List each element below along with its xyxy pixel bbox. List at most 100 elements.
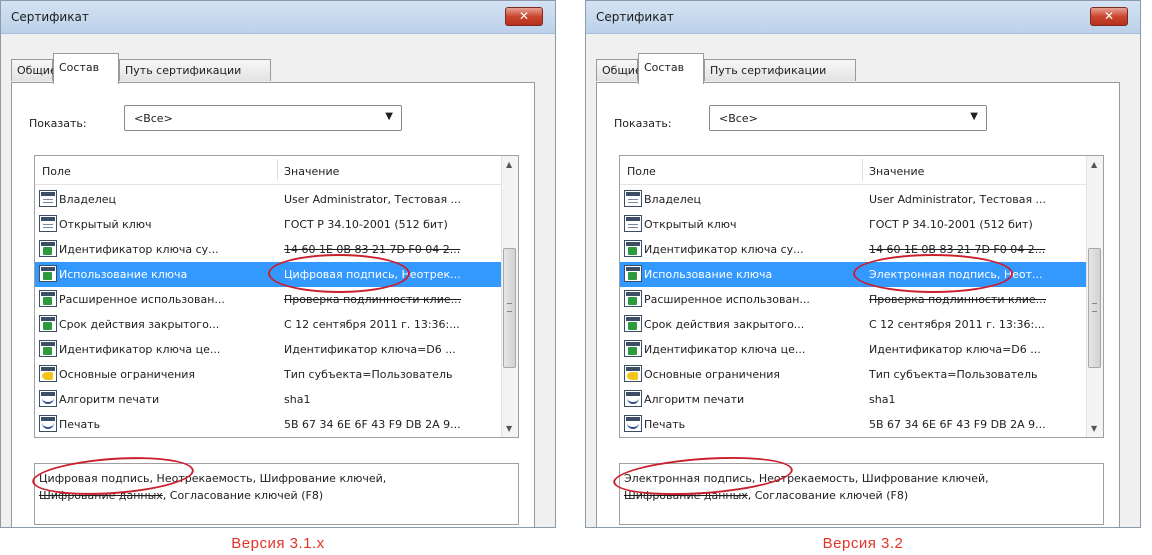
list-scrollbar[interactable]: ▲ ▼: [501, 156, 518, 437]
field-value: 5B 67 34 6E 6F 43 F9 DB 2A 9...: [284, 418, 461, 431]
tab-certification-path[interactable]: Путь сертификации: [119, 59, 271, 81]
signature-field-icon: [39, 390, 57, 407]
list-item[interactable]: Расширенное использован... Проверка подли…: [35, 287, 503, 312]
list-item[interactable]: Идентификатор ключа це... Идентификатор к…: [35, 337, 503, 362]
field-name: Владелец: [644, 193, 701, 206]
list-item[interactable]: Идентификатор ключа су... 14 60 1E 0B 83 …: [620, 237, 1088, 262]
key-constraint-icon: [39, 365, 57, 382]
field-name: Открытый ключ: [59, 218, 152, 231]
field-value: ГОСТ Р 34.10-2001 (512 бит): [284, 218, 448, 231]
field-value: С 12 сентября 2011 г. 13:36:...: [869, 318, 1045, 331]
close-button[interactable]: ✕: [1090, 7, 1128, 26]
certificate-extension-icon: [39, 340, 57, 357]
list-header: Поле Значение: [620, 156, 1088, 185]
scrollbar-thumb[interactable]: [503, 248, 516, 368]
list-scrollbar[interactable]: ▲ ▼: [1086, 156, 1103, 437]
list-item[interactable]: Алгоритм печати sha1: [35, 387, 503, 412]
certificate-field-icon: [624, 215, 642, 232]
column-header-field[interactable]: Поле: [627, 165, 656, 178]
column-header-field[interactable]: Поле: [42, 165, 71, 178]
field-value: С 12 сентября 2011 г. 13:36:...: [284, 318, 460, 331]
version-caption: Версия 3.2: [822, 535, 904, 552]
list-item[interactable]: Срок действия закрытого... С 12 сентября …: [620, 312, 1088, 337]
scroll-up-arrow-icon[interactable]: ▲: [506, 160, 512, 169]
list-item[interactable]: Владелец User Administrator, Тестовая ...: [620, 187, 1088, 212]
list-item[interactable]: Владелец User Administrator, Тестовая ...: [35, 187, 503, 212]
list-item[interactable]: Печать 5B 67 34 6E 6F 43 F9 DB 2A 9...: [620, 412, 1088, 437]
list-header: Поле Значение: [35, 156, 503, 185]
list-item[interactable]: Основные ограничения Тип субъекта=Пользов…: [35, 362, 503, 387]
grip-icon: [507, 303, 512, 312]
field-name: Основные ограничения: [59, 368, 196, 381]
list-item[interactable]: Печать 5B 67 34 6E 6F 43 F9 DB 2A 9...: [35, 412, 503, 437]
column-divider[interactable]: [862, 159, 863, 181]
fields-list[interactable]: Поле Значение Владелец User Administrator…: [34, 155, 519, 438]
annotation-circle-list: [268, 254, 410, 293]
certificate-panel-v31: Сертификат ✕ Общие Состав Путь сертифика…: [0, 0, 556, 555]
tab-certification-path[interactable]: Путь сертификации: [704, 59, 856, 81]
list-item[interactable]: Основные ограничения Тип субъекта=Пользов…: [620, 362, 1088, 387]
fields-list[interactable]: Поле Значение Владелец User Administrator…: [619, 155, 1104, 438]
list-item[interactable]: Идентификатор ключа су... 14 60 1E 0B 83 …: [35, 237, 503, 262]
scroll-down-arrow-icon[interactable]: ▼: [506, 424, 512, 433]
scroll-down-arrow-icon[interactable]: ▼: [1091, 424, 1097, 433]
signature-field-icon: [624, 415, 642, 432]
field-name: Срок действия закрытого...: [644, 318, 805, 331]
close-button[interactable]: ✕: [505, 7, 543, 26]
field-value: Тип субъекта=Пользователь: [284, 368, 453, 381]
show-dropdown-value: <Все>: [134, 112, 173, 125]
field-name: Идентификатор ключа це...: [59, 343, 221, 356]
title-bar[interactable]: Сертификат ✕: [1, 1, 555, 34]
field-value: Идентификатор ключа=D6 ...: [284, 343, 456, 356]
show-label: Показать:: [614, 117, 672, 130]
grip-icon: [1092, 303, 1097, 312]
signature-field-icon: [39, 415, 57, 432]
field-value: sha1: [284, 393, 311, 406]
field-name: Идентификатор ключа су...: [59, 243, 219, 256]
show-label: Показать:: [29, 117, 87, 130]
field-name: Расширенное использован...: [644, 293, 810, 306]
certificate-field-icon: [624, 190, 642, 207]
certificate-extension-icon: [624, 340, 642, 357]
field-name: Идентификатор ключа це...: [644, 343, 806, 356]
tab-general[interactable]: Общие: [596, 59, 642, 81]
detail-text-end: , Согласование ключей (F8): [162, 489, 324, 502]
field-name: Основные ограничения: [644, 368, 781, 381]
version-caption: Версия 3.1.x: [231, 535, 325, 552]
chevron-down-icon: ▼: [970, 111, 978, 122]
field-value: Идентификатор ключа=D6 ...: [869, 343, 1041, 356]
show-dropdown[interactable]: <Все> ▼: [709, 105, 987, 131]
close-x-icon: ✕: [1103, 9, 1115, 23]
certificate-panel-v32: Сертификат ✕ Общие Состав Путь сертифика…: [585, 0, 1141, 555]
list-item[interactable]: Срок действия закрытого... С 12 сентября …: [35, 312, 503, 337]
title-bar[interactable]: Сертификат ✕: [586, 1, 1140, 34]
list-item[interactable]: Открытый ключ ГОСТ Р 34.10-2001 (512 бит): [620, 212, 1088, 237]
certificate-extension-icon: [624, 265, 642, 282]
tab-general[interactable]: Общие: [11, 59, 57, 81]
list-item[interactable]: Открытый ключ ГОСТ Р 34.10-2001 (512 бит): [35, 212, 503, 237]
field-value: Тип субъекта=Пользователь: [869, 368, 1038, 381]
show-dropdown[interactable]: <Все> ▼: [124, 105, 402, 131]
field-name: Срок действия закрытого...: [59, 318, 220, 331]
tab-details[interactable]: Состав: [53, 53, 119, 84]
field-name: Расширенное использован...: [59, 293, 225, 306]
field-value: User Administrator, Тестовая ...: [284, 193, 462, 206]
column-header-value[interactable]: Значение: [284, 165, 339, 178]
field-name: Печать: [59, 418, 101, 431]
certificate-extension-icon: [39, 240, 57, 257]
column-divider[interactable]: [277, 159, 278, 181]
field-value: 14 60 1E 0B 83 21 7D F0 04 2...: [869, 243, 1046, 256]
field-value: sha1: [869, 393, 896, 406]
certificate-extension-icon: [624, 290, 642, 307]
column-header-value[interactable]: Значение: [869, 165, 924, 178]
tab-details[interactable]: Состав: [638, 53, 704, 84]
annotation-circle-list: [853, 254, 1013, 293]
scrollbar-thumb[interactable]: [1088, 248, 1101, 368]
scroll-up-arrow-icon[interactable]: ▲: [1091, 160, 1097, 169]
list-item[interactable]: Расширенное использован... Проверка подли…: [620, 287, 1088, 312]
field-value: User Administrator, Тестовая ...: [869, 193, 1047, 206]
list-item[interactable]: Идентификатор ключа це... Идентификатор к…: [620, 337, 1088, 362]
field-name: Идентификатор ключа су...: [644, 243, 804, 256]
certificate-extension-icon: [39, 290, 57, 307]
list-item[interactable]: Алгоритм печати sha1: [620, 387, 1088, 412]
